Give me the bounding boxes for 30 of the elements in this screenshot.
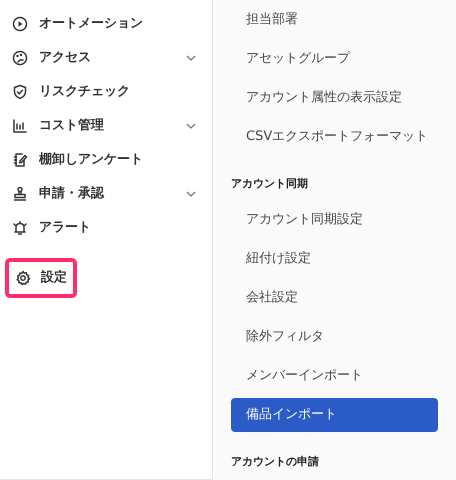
settings-menu-item[interactable]: 除外フィルタ <box>231 320 438 354</box>
settings-menu-item[interactable]: 紐付け設定 <box>231 242 438 276</box>
bar-chart-icon <box>12 118 28 134</box>
settings-menu-item[interactable]: アセットグループ <box>231 42 438 76</box>
settings-menu-item[interactable]: アカウント同期設定 <box>231 202 438 236</box>
settings-menu-item[interactable]: 担当部署 <box>231 2 438 36</box>
highlighted-nav-item[interactable]: 設定 <box>5 258 77 298</box>
settings-menu-item[interactable]: 備品インポート <box>231 398 438 432</box>
chevron-down-icon <box>186 55 196 61</box>
settings-menu-item[interactable]: CSVエクスポートフォーマット <box>231 120 438 154</box>
nav-item[interactable]: リスクチェック <box>0 75 212 109</box>
settings-icon <box>15 270 31 286</box>
nav-item[interactable]: 申請・承認 <box>0 177 212 211</box>
nav-item[interactable]: 棚卸しアンケート <box>0 143 212 177</box>
nav-item[interactable]: オートメーション <box>0 7 212 41</box>
settings-menu-item[interactable]: アカウント属性の表示設定 <box>231 80 438 114</box>
play-icon <box>12 16 28 32</box>
notebook-pencil-icon <box>12 152 28 168</box>
section-header: アカウントの申請 <box>230 454 320 470</box>
chevron-down-icon <box>186 191 196 197</box>
stamp-icon <box>12 186 28 202</box>
nav-item[interactable]: アクセス <box>0 41 212 75</box>
settings-menu-item[interactable]: 会社設定 <box>231 280 438 314</box>
bell-icon <box>12 220 28 236</box>
chevron-down-icon <box>186 123 196 129</box>
section-header: アカウント同期 <box>230 176 309 192</box>
nav-item[interactable]: コスト管理 <box>0 109 212 143</box>
settings-menu-item[interactable]: メンバーインポート <box>231 358 438 392</box>
shield-check-icon <box>12 84 28 100</box>
nav-item[interactable]: アラート <box>0 211 212 245</box>
